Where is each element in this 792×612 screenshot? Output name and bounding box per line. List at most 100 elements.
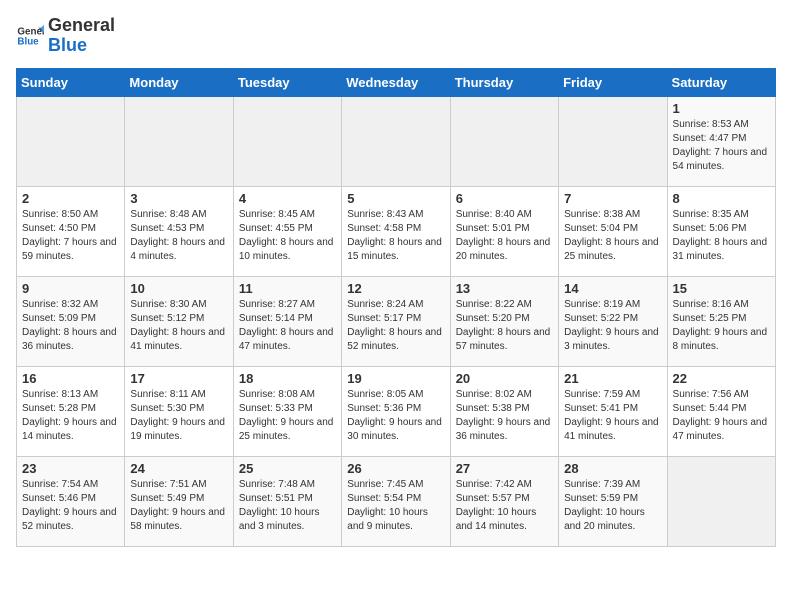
- day-info: Sunrise: 7:42 AM Sunset: 5:57 PM Dayligh…: [456, 478, 553, 534]
- day-number: 21: [564, 371, 661, 386]
- calendar-cell: 20 Sunrise: 8:02 AM Sunset: 5:38 PM Dayli…: [450, 366, 558, 456]
- header: General Blue General Blue: [16, 16, 776, 56]
- calendar-cell: 22 Sunrise: 7:56 AM Sunset: 5:44 PM Dayli…: [667, 366, 775, 456]
- calendar-cell: 12 Sunrise: 8:24 AM Sunset: 5:17 PM Dayli…: [342, 276, 450, 366]
- calendar-week: 9 Sunrise: 8:32 AM Sunset: 5:09 PM Daylig…: [17, 276, 776, 366]
- day-info: Sunrise: 8:43 AM Sunset: 4:58 PM Dayligh…: [347, 208, 444, 264]
- day-number: 4: [239, 191, 336, 206]
- day-info: Sunrise: 7:51 AM Sunset: 5:49 PM Dayligh…: [130, 478, 227, 534]
- calendar-cell: 9 Sunrise: 8:32 AM Sunset: 5:09 PM Daylig…: [17, 276, 125, 366]
- calendar-body: 1 Sunrise: 8:53 AM Sunset: 4:47 PM Daylig…: [17, 96, 776, 546]
- day-number: 5: [347, 191, 444, 206]
- day-info: Sunrise: 8:35 AM Sunset: 5:06 PM Dayligh…: [673, 208, 770, 264]
- calendar-cell: 25 Sunrise: 7:48 AM Sunset: 5:51 PM Dayli…: [233, 456, 341, 546]
- header-day: Thursday: [450, 68, 558, 96]
- day-info: Sunrise: 7:54 AM Sunset: 5:46 PM Dayligh…: [22, 478, 119, 534]
- calendar-cell: 13 Sunrise: 8:22 AM Sunset: 5:20 PM Dayli…: [450, 276, 558, 366]
- calendar-week: 1 Sunrise: 8:53 AM Sunset: 4:47 PM Daylig…: [17, 96, 776, 186]
- calendar-cell: [559, 96, 667, 186]
- day-number: 25: [239, 461, 336, 476]
- calendar-cell: 15Sunrise: 8:16 AM Sunset: 5:25 PM Dayli…: [667, 276, 775, 366]
- day-number: 28: [564, 461, 661, 476]
- day-info: Sunrise: 7:59 AM Sunset: 5:41 PM Dayligh…: [564, 388, 661, 444]
- calendar-week: 2 Sunrise: 8:50 AM Sunset: 4:50 PM Daylig…: [17, 186, 776, 276]
- day-number: 10: [130, 281, 227, 296]
- day-info: Sunrise: 7:39 AM Sunset: 5:59 PM Dayligh…: [564, 478, 661, 534]
- logo: General Blue General Blue: [16, 16, 115, 56]
- logo-icon: General Blue: [16, 22, 44, 50]
- day-info: Sunrise: 8:53 AM Sunset: 4:47 PM Dayligh…: [673, 118, 770, 174]
- header-row: SundayMondayTuesdayWednesdayThursdayFrid…: [17, 68, 776, 96]
- day-number: 3: [130, 191, 227, 206]
- day-number: 16: [22, 371, 119, 386]
- day-number: 26: [347, 461, 444, 476]
- calendar-table: SundayMondayTuesdayWednesdayThursdayFrid…: [16, 68, 776, 547]
- calendar-cell: 5 Sunrise: 8:43 AM Sunset: 4:58 PM Daylig…: [342, 186, 450, 276]
- day-number: 7: [564, 191, 661, 206]
- calendar-cell: 26Sunrise: 7:45 AM Sunset: 5:54 PM Dayli…: [342, 456, 450, 546]
- day-number: 14: [564, 281, 661, 296]
- calendar-cell: 17 Sunrise: 8:11 AM Sunset: 5:30 PM Dayli…: [125, 366, 233, 456]
- day-info: Sunrise: 8:40 AM Sunset: 5:01 PM Dayligh…: [456, 208, 553, 264]
- calendar-cell: 21 Sunrise: 7:59 AM Sunset: 5:41 PM Dayli…: [559, 366, 667, 456]
- header-day: Wednesday: [342, 68, 450, 96]
- day-number: 23: [22, 461, 119, 476]
- day-info: Sunrise: 8:19 AM Sunset: 5:22 PM Dayligh…: [564, 298, 661, 354]
- day-number: 17: [130, 371, 227, 386]
- calendar-week: 16 Sunrise: 8:13 AM Sunset: 5:28 PM Dayli…: [17, 366, 776, 456]
- day-info: Sunrise: 8:24 AM Sunset: 5:17 PM Dayligh…: [347, 298, 444, 354]
- day-info: Sunrise: 8:50 AM Sunset: 4:50 PM Dayligh…: [22, 208, 119, 264]
- day-info: Sunrise: 8:22 AM Sunset: 5:20 PM Dayligh…: [456, 298, 553, 354]
- header-day: Friday: [559, 68, 667, 96]
- day-info: Sunrise: 8:13 AM Sunset: 5:28 PM Dayligh…: [22, 388, 119, 444]
- calendar-cell: 18 Sunrise: 8:08 AM Sunset: 5:33 PM Dayli…: [233, 366, 341, 456]
- calendar-cell: 11 Sunrise: 8:27 AM Sunset: 5:14 PM Dayli…: [233, 276, 341, 366]
- logo-blue: Blue: [48, 35, 87, 55]
- calendar-cell: [667, 456, 775, 546]
- day-info: Sunrise: 8:08 AM Sunset: 5:33 PM Dayligh…: [239, 388, 336, 444]
- day-number: 9: [22, 281, 119, 296]
- day-number: 2: [22, 191, 119, 206]
- day-info: Sunrise: 8:11 AM Sunset: 5:30 PM Dayligh…: [130, 388, 227, 444]
- day-number: 24: [130, 461, 227, 476]
- calendar-cell: [450, 96, 558, 186]
- calendar-cell: 3 Sunrise: 8:48 AM Sunset: 4:53 PM Daylig…: [125, 186, 233, 276]
- svg-text:Blue: Blue: [17, 36, 39, 47]
- header-day: Sunday: [17, 68, 125, 96]
- day-info: Sunrise: 7:48 AM Sunset: 5:51 PM Dayligh…: [239, 478, 336, 534]
- calendar-cell: 24 Sunrise: 7:51 AM Sunset: 5:49 PM Dayli…: [125, 456, 233, 546]
- day-info: Sunrise: 7:56 AM Sunset: 5:44 PM Dayligh…: [673, 388, 770, 444]
- day-info: Sunrise: 8:45 AM Sunset: 4:55 PM Dayligh…: [239, 208, 336, 264]
- calendar-week: 23 Sunrise: 7:54 AM Sunset: 5:46 PM Dayli…: [17, 456, 776, 546]
- day-number: 27: [456, 461, 553, 476]
- calendar-cell: 14 Sunrise: 8:19 AM Sunset: 5:22 PM Dayli…: [559, 276, 667, 366]
- day-info: Sunrise: 8:02 AM Sunset: 5:38 PM Dayligh…: [456, 388, 553, 444]
- calendar-cell: [125, 96, 233, 186]
- day-number: 18: [239, 371, 336, 386]
- day-info: Sunrise: 8:32 AM Sunset: 5:09 PM Dayligh…: [22, 298, 119, 354]
- calendar-cell: 6 Sunrise: 8:40 AM Sunset: 5:01 PM Daylig…: [450, 186, 558, 276]
- calendar-cell: 7 Sunrise: 8:38 AM Sunset: 5:04 PM Daylig…: [559, 186, 667, 276]
- calendar-cell: 8Sunrise: 8:35 AM Sunset: 5:06 PM Daylig…: [667, 186, 775, 276]
- calendar-header: SundayMondayTuesdayWednesdayThursdayFrid…: [17, 68, 776, 96]
- calendar-cell: 28 Sunrise: 7:39 AM Sunset: 5:59 PM Dayli…: [559, 456, 667, 546]
- day-number: 12: [347, 281, 444, 296]
- day-number: 19: [347, 371, 444, 386]
- day-number: 13: [456, 281, 553, 296]
- calendar-cell: 27 Sunrise: 7:42 AM Sunset: 5:57 PM Dayli…: [450, 456, 558, 546]
- day-info: Sunrise: 8:16 AM Sunset: 5:25 PM Dayligh…: [673, 298, 770, 354]
- day-number: 11: [239, 281, 336, 296]
- day-info: Sunrise: 8:27 AM Sunset: 5:14 PM Dayligh…: [239, 298, 336, 354]
- day-number: 22: [673, 371, 770, 386]
- day-info: Sunrise: 8:38 AM Sunset: 5:04 PM Dayligh…: [564, 208, 661, 264]
- day-info: Sunrise: 8:48 AM Sunset: 4:53 PM Dayligh…: [130, 208, 227, 264]
- calendar-cell: [17, 96, 125, 186]
- calendar-cell: [233, 96, 341, 186]
- day-info: Sunrise: 8:30 AM Sunset: 5:12 PM Dayligh…: [130, 298, 227, 354]
- calendar-cell: 2 Sunrise: 8:50 AM Sunset: 4:50 PM Daylig…: [17, 186, 125, 276]
- day-number: 1: [673, 101, 770, 116]
- day-number: 6: [456, 191, 553, 206]
- day-info: Sunrise: 8:05 AM Sunset: 5:36 PM Dayligh…: [347, 388, 444, 444]
- header-day: Tuesday: [233, 68, 341, 96]
- day-number: 20: [456, 371, 553, 386]
